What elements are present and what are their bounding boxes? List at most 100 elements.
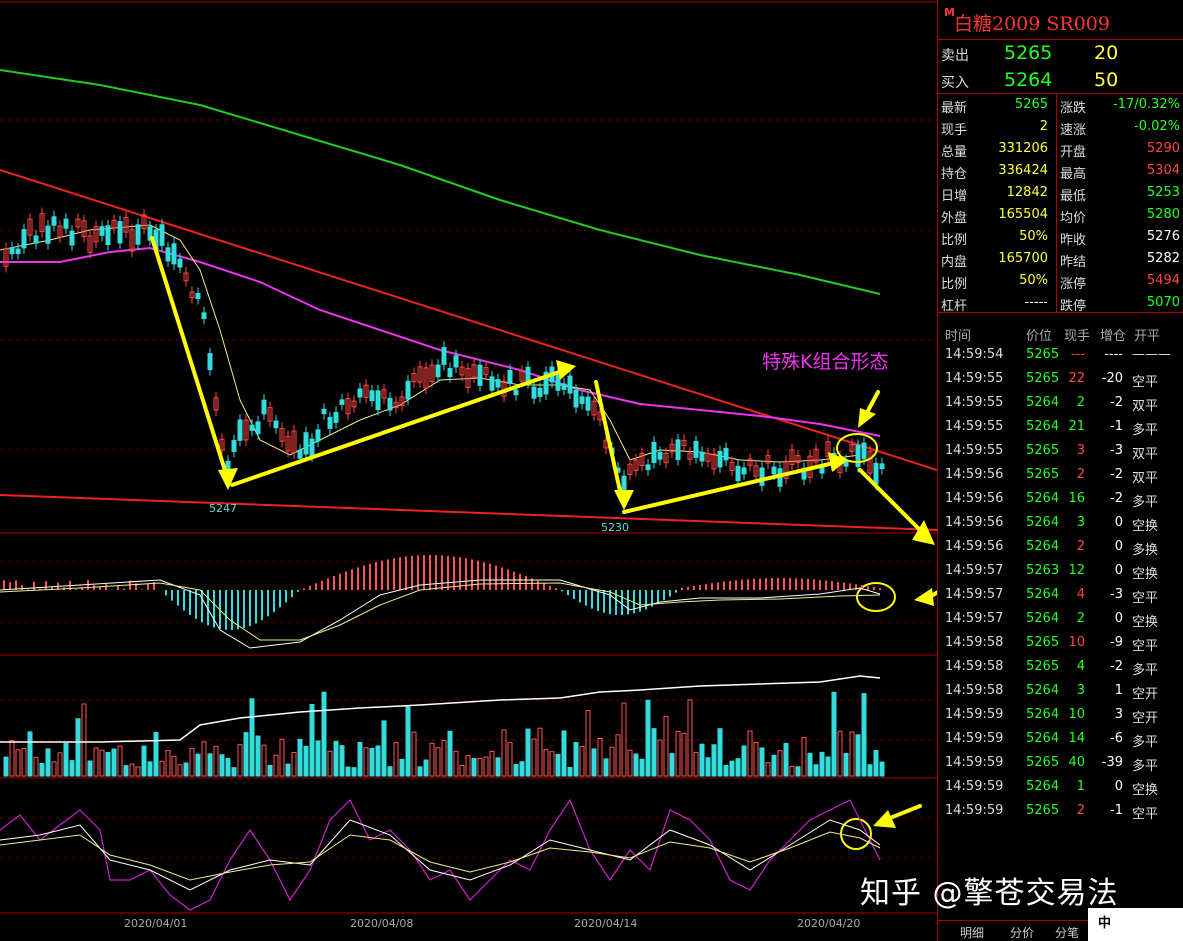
tick-row[interactable]: 14:59:58 5265 10 -9 空平 [938, 631, 1183, 655]
tick-row[interactable]: 14:59:55 5264 2 -2 双平 [938, 391, 1183, 415]
tab-detail[interactable]: 明细 [960, 924, 984, 941]
stat-l1: 内盘 [941, 255, 968, 270]
volume-bar [207, 753, 213, 777]
stat-v2: 5290 [1146, 141, 1180, 156]
corner-logo: 中 [1088, 908, 1183, 941]
stat-l1: 现手 [941, 123, 968, 138]
volume-bar [315, 740, 321, 777]
x-date-label-3: 2020/04/14 [574, 917, 637, 930]
bid-row[interactable]: 买入 5264 50 [938, 67, 1183, 94]
volume-bar [63, 742, 69, 777]
stat-l1: 日增 [941, 189, 968, 204]
volume-bar [699, 743, 705, 777]
volume-bar [135, 766, 141, 777]
tick-t: 14:59:58 [945, 635, 1004, 650]
stat-row: 内盘 165700 昨结 5282 [938, 248, 1183, 270]
tick-row[interactable]: 14:59:55 5265 22 -20 空平 [938, 367, 1183, 391]
tick-row[interactable]: 14:59:56 5265 2 -2 双平 [938, 463, 1183, 487]
stat-v1: 5265 [1014, 97, 1048, 112]
stat-v2: 5070 [1146, 295, 1180, 310]
ask-label: 卖出 [941, 48, 969, 64]
candle-body [585, 396, 591, 411]
stat-l2: 涨停 [1060, 277, 1087, 292]
tick-row[interactable]: 14:59:57 5264 4 -3 空平 [938, 583, 1183, 607]
tick-row[interactable]: 14:59:58 5265 4 -2 多平 [938, 655, 1183, 679]
tick-n: ——— [1132, 347, 1171, 362]
candle-body [207, 353, 213, 371]
stat-v1: 2 [1039, 119, 1048, 134]
tick-o: -1 [1110, 419, 1123, 434]
x-date-label-4: 2020/04/20 [797, 917, 860, 930]
tick-row[interactable]: 14:59:55 5264 21 -1 多平 [938, 415, 1183, 439]
tick-p: 5264 [1026, 515, 1060, 530]
kline-chart-area[interactable]: 5247 5230 特殊K组合形态 2020/04/01 2020/04/08 … [0, 0, 937, 941]
tick-row[interactable]: 14:59:56 5264 16 -2 多平 [938, 487, 1183, 511]
tick-t: 14:59:59 [945, 731, 1004, 746]
volume-bar [123, 765, 129, 777]
volume-bar [675, 730, 681, 777]
tick-n: 双平 [1132, 471, 1159, 486]
stat-l2: 最低 [1060, 189, 1087, 204]
volume-bar [423, 759, 429, 777]
tick-row[interactable]: 14:59:56 5264 2 0 多换 [938, 535, 1183, 559]
tick-row[interactable]: 14:59:59 5264 1 0 空换 [938, 775, 1183, 799]
volume-bar [651, 728, 657, 777]
candle-body [441, 346, 447, 365]
tick-row[interactable]: 14:59:57 5264 2 0 空换 [938, 607, 1183, 631]
tick-p: 5264 [1026, 707, 1060, 722]
tick-row[interactable]: 14:59:59 5265 2 -1 空平 [938, 799, 1183, 823]
candle-body [171, 243, 177, 265]
volume-bar [369, 747, 375, 777]
tick-row[interactable]: 14:59:56 5264 3 0 空换 [938, 511, 1183, 535]
volume-bar [525, 728, 531, 777]
tick-row[interactable]: 14:59:59 5265 40 -39 多平 [938, 751, 1183, 775]
candle-body [855, 444, 861, 468]
volume-bar [129, 763, 135, 777]
tick-row[interactable]: 14:59:54 5265 --- ---- ——— [938, 343, 1183, 367]
tab-price[interactable]: 分价 [1010, 924, 1034, 941]
volume-bar [657, 739, 663, 777]
tick-row[interactable]: 14:59:59 5264 10 3 空开 [938, 703, 1183, 727]
tick-p: 5263 [1026, 563, 1060, 578]
tick-v: 12 [1068, 563, 1085, 578]
tick-o: 0 [1114, 563, 1123, 578]
volume-bar [183, 762, 189, 777]
tab-trades[interactable]: 分笔 [1055, 924, 1079, 941]
candle-body [333, 411, 339, 423]
volume-bar [117, 745, 123, 777]
candle-body [675, 439, 681, 461]
ask-row[interactable]: 卖出 5265 20 [938, 40, 1183, 67]
tick-n: 多换 [1132, 543, 1159, 558]
col-oi: 增仓 [1100, 329, 1127, 344]
tick-row[interactable]: 14:59:58 5264 3 1 空开 [938, 679, 1183, 703]
kline-chart[interactable]: 5247 5230 特殊K组合形态 2020/04/01 2020/04/08 … [0, 0, 937, 941]
candle-body [717, 450, 723, 468]
candle-body [651, 441, 657, 463]
tick-v: 16 [1068, 491, 1085, 506]
stat-v1: 165700 [998, 251, 1048, 266]
candle-body [177, 258, 183, 268]
volume-bar [615, 734, 621, 777]
stat-l2: 开盘 [1060, 145, 1087, 160]
tick-row[interactable]: 14:59:55 5265 3 -3 双平 [938, 439, 1183, 463]
volume-bar [759, 747, 765, 777]
tick-list[interactable]: 14:59:54 5265 --- ---- ——— 14:59:55 5265 22 -20 空… [938, 343, 1183, 823]
tick-t: 14:59:55 [945, 395, 1004, 410]
stat-l2: 昨收 [1060, 233, 1087, 248]
tick-o: -2 [1110, 491, 1123, 506]
volume-bar [603, 758, 609, 777]
volume-bar [483, 756, 489, 777]
tick-row[interactable]: 14:59:57 5263 12 0 空换 [938, 559, 1183, 583]
tick-row[interactable]: 14:59:59 5264 14 -6 多平 [938, 727, 1183, 751]
tick-o: -2 [1110, 659, 1123, 674]
volume-bar [471, 758, 477, 777]
macd-dea-line [0, 582, 881, 641]
candle-body [231, 439, 237, 453]
candle-body [309, 438, 315, 457]
tick-o: 1 [1114, 683, 1123, 698]
stat-v2: 5276 [1146, 229, 1180, 244]
volume-bar [255, 735, 261, 777]
volume-bar [861, 693, 867, 777]
stat-v2: 5282 [1146, 251, 1180, 266]
stat-l1: 杠杆 [941, 299, 968, 314]
